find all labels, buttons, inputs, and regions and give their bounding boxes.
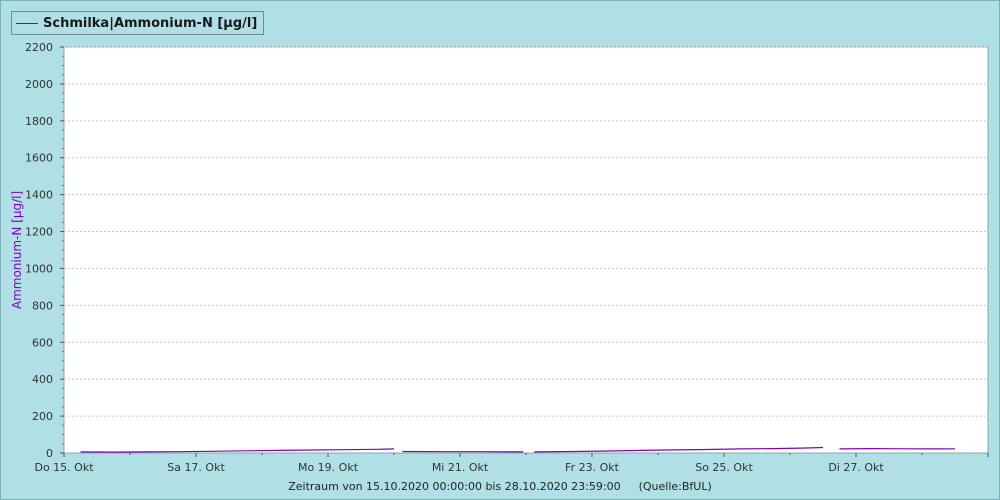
- y-tick-label: 200: [32, 410, 53, 423]
- x-tick-label: Mi 21. Okt: [432, 461, 489, 474]
- x-tick-label: Do 15. Okt: [34, 461, 94, 474]
- x-tick-label: Fr 23. Okt: [565, 461, 620, 474]
- legend: Schmilka|Ammonium-N [µg/l]: [11, 11, 265, 35]
- y-tick-label: 600: [32, 336, 53, 349]
- y-tick-label: 0: [46, 447, 53, 460]
- period-text: Zeitraum von 15.10.2020 00:00:00 bis 28.…: [288, 480, 621, 493]
- chart-svg: 0 200 400 600 800 1000 1200 1400 1600 1800 2000 220…: [10, 41, 989, 474]
- source-text: (Quelle:BfUL): [638, 480, 712, 493]
- legend-swatch: [16, 22, 38, 24]
- legend-label: Schmilka|Ammonium-N [µg/l]: [43, 15, 258, 31]
- y-tick-label: 1600: [25, 152, 53, 165]
- y-tick-label: 2200: [25, 41, 53, 54]
- y-axis-title: Ammonium-N [µg/l]: [10, 191, 24, 309]
- y-tick-label: 1200: [25, 226, 53, 239]
- x-tick-label: Mo 19. Okt: [298, 461, 359, 474]
- y-tick-label: 1000: [25, 262, 53, 275]
- y-tick-label: 2000: [25, 78, 53, 91]
- y-tick-label: 1800: [25, 115, 53, 128]
- y-tick-label: 400: [32, 373, 53, 386]
- y-axis: 0 200 400 600 800 1000 1200 1400 1600 1800 2000 220…: [25, 41, 64, 460]
- y-tick-label: 800: [32, 299, 53, 312]
- x-tick-label: Di 27. Okt: [828, 461, 884, 474]
- footer: Zeitraum von 15.10.2020 00:00:00 bis 28.…: [0, 480, 1000, 493]
- y-tick-label: 1400: [25, 189, 53, 202]
- x-axis: Do 15. Okt Sa 17. Okt Mo 19. Okt Mi 21. Okt…: [34, 453, 989, 474]
- plot-area: [63, 46, 989, 454]
- x-tick-label: Sa 17. Okt: [167, 461, 225, 474]
- x-tick-label: So 25. Okt: [695, 461, 753, 474]
